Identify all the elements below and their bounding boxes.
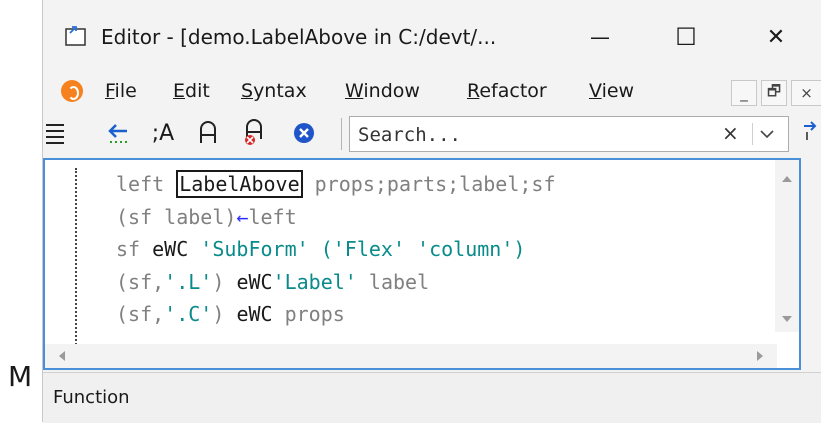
menu-syntax[interactable]: Syntax (241, 80, 307, 102)
code-token: props (272, 302, 345, 326)
code-line[interactable]: (sf label)←left (116, 201, 556, 234)
code-token: 'Label' (272, 269, 357, 294)
vertical-scrollbar[interactable] (775, 160, 799, 332)
maximize-icon: ☐ (675, 23, 697, 51)
window-app-icon (65, 26, 86, 46)
editor-window: Editor - [demo.LabelAbove in C:/devt/...… (42, 0, 821, 423)
code-token: left (116, 172, 177, 196)
code-token: eWC (236, 269, 273, 294)
menu-window[interactable]: Window (345, 80, 420, 102)
menu-bar (43, 72, 821, 112)
search-box[interactable]: × (349, 116, 789, 152)
code-token: eWC (152, 237, 189, 261)
scroll-down-icon[interactable] (782, 316, 792, 322)
window-title: Editor - [demo.LabelAbove in C:/devt/... (101, 25, 497, 49)
code-area[interactable]: left LabelAbove props;parts;label;sf (sf … (116, 168, 556, 331)
code-token: '.L' (164, 269, 213, 294)
mdi-restore-button[interactable]: 🗗 (761, 80, 787, 106)
code-gutter (75, 168, 77, 348)
toggle-comment-button[interactable]: ;A (146, 118, 180, 148)
menu-edit[interactable]: Edit (173, 80, 210, 102)
code-token: left (248, 204, 297, 229)
code-editor[interactable]: left LabelAbove props;parts;label;sf (sf … (43, 158, 801, 370)
clear-icon[interactable] (289, 118, 319, 148)
code-token: ← (236, 204, 249, 229)
scroll-left-icon[interactable] (59, 351, 65, 361)
dyalog-logo-icon (61, 80, 83, 102)
code-token: (sf, (116, 302, 165, 326)
search-dropdown-button[interactable] (752, 123, 781, 145)
code-token: '.C' (164, 302, 213, 326)
code-token: sf (116, 237, 153, 261)
minimize-button[interactable]: — (575, 15, 625, 59)
mdi-close-button[interactable]: × (791, 80, 821, 106)
code-token: ) (212, 269, 237, 294)
search-input[interactable] (356, 121, 700, 149)
back-arrow-icon[interactable] (103, 118, 133, 148)
code-token: eWC (236, 302, 273, 326)
code-token: LabelAbove (176, 170, 303, 198)
maximize-button[interactable]: ☐ (661, 15, 711, 59)
mdi-minimize-button[interactable]: _ (731, 80, 757, 106)
chevron-down-icon (760, 130, 774, 139)
scroll-up-icon[interactable] (782, 176, 792, 182)
horizontal-scrollbar[interactable] (45, 344, 777, 368)
code-token: label (356, 269, 430, 294)
title-bar[interactable]: Editor - [demo.LabelAbove in C:/devt/...… (43, 0, 821, 72)
status-bar: Function (43, 372, 821, 423)
case-toggle-icon[interactable] (193, 118, 223, 148)
scroll-right-icon[interactable] (757, 351, 763, 361)
search-clear-icon[interactable]: × (722, 121, 739, 145)
menu-file[interactable]: File (105, 80, 137, 102)
no-case-icon[interactable] (239, 118, 271, 148)
background-text-fragment: M (8, 360, 33, 393)
toolbar-separator (341, 118, 342, 150)
code-token: props;parts;label;sf (302, 172, 556, 196)
code-line[interactable]: sf eWC 'SubForm' ('Flex' 'column') (116, 233, 556, 266)
code-line[interactable]: left LabelAbove props;parts;label;sf (116, 168, 556, 201)
search-next-icon[interactable] (801, 120, 821, 147)
list-icon[interactable] (43, 118, 67, 148)
code-line[interactable]: (sf,'.C') eWC props (116, 298, 556, 331)
status-text: Function (53, 387, 130, 408)
code-token: (sf, (116, 269, 165, 294)
close-icon: ✕ (766, 24, 786, 50)
code-token: 'SubForm' ('Flex' 'column') (200, 237, 526, 261)
code-token: ) (212, 302, 237, 326)
code-token: (sf label) (116, 204, 237, 229)
menu-refactor[interactable]: Refactor (467, 80, 547, 102)
code-line[interactable]: (sf,'.L') eWC'Label' label (116, 266, 556, 299)
close-button[interactable]: ✕ (751, 15, 801, 59)
menu-view[interactable]: View (589, 80, 634, 102)
minimize-icon: — (590, 25, 610, 49)
